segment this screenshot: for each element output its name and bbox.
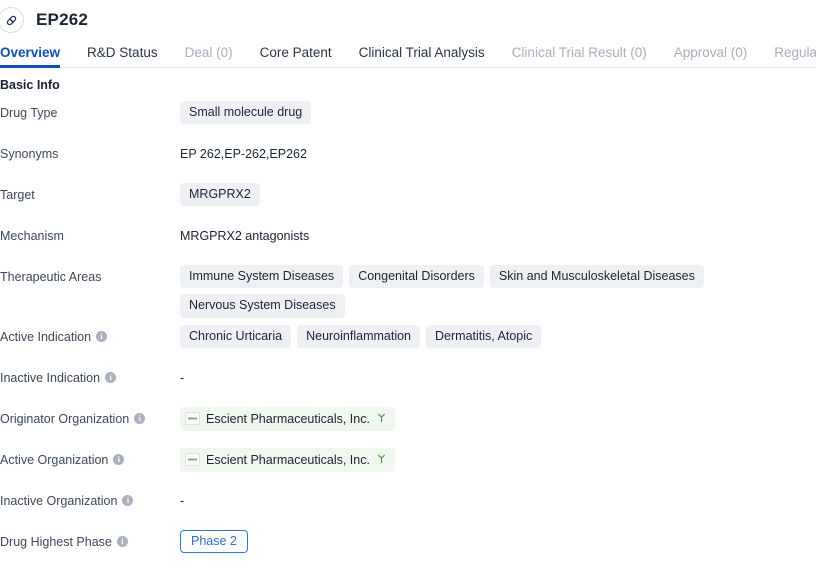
field-value: MRGPRX2 [180,176,816,207]
field-row-first-approval-date: First Approval Date(Global) - [0,564,816,574]
field-label-text: Target [0,188,35,202]
tag-chip[interactable]: Immune System Diseases [180,265,344,289]
tag-chip[interactable]: Congenital Disorders [349,265,484,289]
field-row-drug-highest-phase: Drug Highest Phase i Phase 2 [0,523,816,564]
field-label: Inactive Organization i [0,482,180,508]
tab-rd-status[interactable]: R&D Status [87,45,158,67]
field-label-text: Drug Type [0,106,58,120]
field-label-text: Active Indication [0,329,92,344]
field-label-text: Inactive Indication [0,370,101,385]
phase-badge[interactable]: Phase 2 [180,529,248,553]
field-label: Active Organization i [0,441,180,467]
field-row-active-indication: Active Indication i Chronic Urticaria Ne… [0,318,816,359]
organization-name: Escient Pharmaceuticals, Inc. [206,452,370,467]
field-value: - [180,359,816,385]
basic-info-panel: Basic Info Drug Type Small molecule drug… [0,68,816,574]
info-icon[interactable]: i [96,331,108,343]
sprout-icon [376,451,387,469]
field-value: Escient Pharmaceuticals, Inc. [180,441,816,472]
field-label-text: Active Organization [0,452,109,467]
field-value: - [180,482,816,508]
field-label: Originator Organization i [0,400,180,426]
organization-chip[interactable]: Escient Pharmaceuticals, Inc. [180,406,395,431]
tab-bar: Overview R&D Status Deal (0) Core Patent… [0,40,816,68]
field-label-text: Originator Organization [0,411,130,426]
field-label: Drug Type [0,94,180,120]
field-value: Immune System Diseases Congenital Disord… [180,258,816,318]
pill-capsule-icon [0,7,24,33]
field-label-text: Drug Highest Phase [0,534,112,549]
field-row-originator-organization: Originator Organization i Escient Pharma… [0,400,816,441]
field-label-text: Synonyms [0,147,59,161]
field-row-target: Target MRGPRX2 [0,176,816,217]
tab-clinical-trial-analysis[interactable]: Clinical Trial Analysis [359,45,485,67]
field-row-synonyms: Synonyms EP 262,EP-262,EP262 [0,135,816,176]
synonyms-text: EP 262,EP-262,EP262 [180,147,307,161]
company-logo-icon [185,453,200,467]
field-label: First Approval Date(Global) [0,564,180,574]
info-icon[interactable]: i [122,495,134,507]
info-icon[interactable]: i [116,536,128,548]
field-row-active-organization: Active Organization i Escient Pharmaceut… [0,441,816,482]
tag-chip[interactable]: Dermatitis, Atopic [426,324,542,349]
field-value: Escient Pharmaceuticals, Inc. [180,400,816,431]
tab-overview[interactable]: Overview [0,45,61,68]
field-value: - [180,564,816,574]
tab-core-patent[interactable]: Core Patent [260,45,332,67]
tag-chip[interactable]: Nervous System Diseases [180,294,345,318]
organization-name: Escient Pharmaceuticals, Inc. [206,411,370,426]
field-row-inactive-indication: Inactive Indication i - [0,359,816,400]
field-row-mechanism: Mechanism MRGPRX2 antagonists [0,217,816,258]
tag-chip[interactable]: MRGPRX2 [180,183,260,207]
field-row-drug-type: Drug Type Small molecule drug [0,94,816,135]
field-label: Inactive Indication i [0,359,180,385]
field-label: Therapeutic Areas [0,258,180,284]
empty-value: - [180,493,185,508]
field-value: Phase 2 [180,523,816,553]
field-row-therapeutic-areas: Therapeutic Areas Immune System Diseases… [0,258,816,318]
sprout-icon [376,410,387,428]
tab-regulation[interactable]: Regulation (0) [774,45,816,67]
tab-deal[interactable]: Deal (0) [185,45,233,67]
info-icon[interactable]: i [105,372,117,384]
company-logo-icon [185,412,200,426]
page-header: EP262 [0,0,816,40]
field-label: Drug Highest Phase i [0,523,180,549]
field-label: Target [0,176,180,202]
tag-chip[interactable]: Neuroinflammation [297,324,421,349]
field-value: Small molecule drug [180,94,816,125]
tab-clinical-trial-result[interactable]: Clinical Trial Result (0) [512,45,647,67]
page-title: EP262 [36,10,89,29]
field-label-text: Therapeutic Areas [0,270,102,284]
tab-approval[interactable]: Approval (0) [674,45,748,67]
tag-chip[interactable]: Chronic Urticaria [180,324,292,349]
field-label: Mechanism [0,217,180,243]
mechanism-text: MRGPRX2 antagonists [180,229,310,243]
tag-chip[interactable]: Skin and Musculoskeletal Diseases [489,265,704,289]
field-value: EP 262,EP-262,EP262 [180,135,816,161]
field-row-inactive-organization: Inactive Organization i - [0,482,816,523]
field-label: Active Indication i [0,318,180,344]
section-title-basic-info: Basic Info [0,78,60,92]
field-label-text: Inactive Organization [0,493,118,508]
tag-chip[interactable]: Small molecule drug [180,101,312,125]
field-label-text: Mechanism [0,229,64,243]
field-value: Chronic Urticaria Neuroinflammation Derm… [180,318,816,349]
field-value: MRGPRX2 antagonists [180,217,816,243]
field-label: Synonyms [0,135,180,161]
empty-value: - [180,370,185,385]
info-icon[interactable]: i [134,413,146,425]
info-icon[interactable]: i [113,454,125,466]
organization-chip[interactable]: Escient Pharmaceuticals, Inc. [180,447,395,472]
